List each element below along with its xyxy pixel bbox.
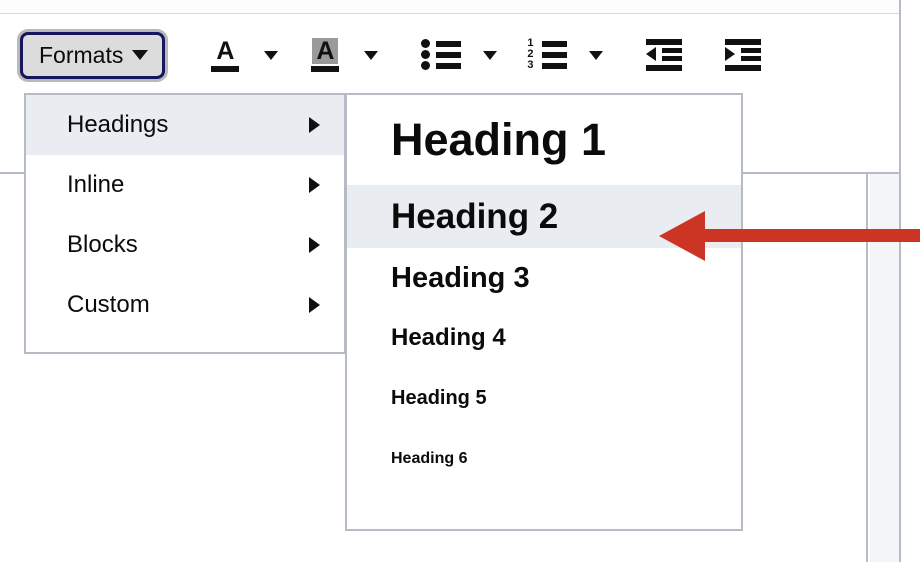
menu-item-label: Blocks xyxy=(67,231,138,258)
submenu-item-heading-6[interactable]: Heading 6 xyxy=(347,429,741,489)
text-color-glyph: A xyxy=(216,37,235,65)
vertical-scrollbar[interactable] xyxy=(870,174,899,562)
chevron-right-icon xyxy=(309,117,320,133)
text-color-icon: A xyxy=(208,35,242,75)
chevron-down-icon xyxy=(364,50,379,60)
formats-button[interactable]: Formats xyxy=(20,31,166,79)
menu-item-inline[interactable]: Inline xyxy=(26,155,344,215)
background-color-swatch xyxy=(311,66,340,72)
submenu-item-heading-4[interactable]: Heading 4 xyxy=(347,308,741,368)
background-color-glyph: A xyxy=(312,38,339,64)
bullet-list-icon xyxy=(421,38,462,72)
increase-indent-icon xyxy=(725,39,762,71)
numbered-list-icon: 1 2 3 xyxy=(527,38,568,72)
submenu-item-label: Heading 4 xyxy=(391,324,506,351)
text-color-button[interactable]: A xyxy=(208,35,242,75)
submenu-item-heading-3[interactable]: Heading 3 xyxy=(347,248,741,308)
numbered-list-dropdown-button[interactable] xyxy=(589,50,604,60)
menu-item-label: Inline xyxy=(67,171,125,198)
menu-item-headings[interactable]: Headings xyxy=(26,95,344,155)
chevron-down-icon xyxy=(589,50,604,60)
editor-window: Formats A A 1 2 3 Headings Inline Blocks… xyxy=(0,0,920,562)
text-color-swatch xyxy=(211,66,240,72)
bullet-list-button[interactable] xyxy=(421,38,462,72)
chevron-down-icon xyxy=(264,50,279,60)
formats-dropdown-menu: Headings Inline Blocks Custom xyxy=(24,93,346,354)
increase-indent-button[interactable] xyxy=(725,39,762,71)
chevron-down-icon xyxy=(483,50,498,60)
chevron-down-icon xyxy=(132,50,149,60)
background-color-button[interactable]: A xyxy=(308,35,342,75)
window-top-strip xyxy=(0,0,900,14)
headings-submenu: Heading 1 Heading 2 Heading 3 Heading 4 … xyxy=(345,93,743,531)
submenu-item-heading-1[interactable]: Heading 1 xyxy=(347,95,741,185)
window-right-border xyxy=(899,0,901,562)
menu-item-label: Headings xyxy=(67,111,169,138)
formatting-toolbar: Formats A A 1 2 3 xyxy=(0,15,899,95)
bullet-list-dropdown-button[interactable] xyxy=(483,50,498,60)
background-color-icon: A xyxy=(308,35,342,75)
formats-button-label: Formats xyxy=(39,41,124,68)
background-color-dropdown-button[interactable] xyxy=(364,50,379,60)
submenu-item-label: Heading 6 xyxy=(391,450,468,467)
menu-item-custom[interactable]: Custom xyxy=(26,275,344,335)
decrease-indent-icon xyxy=(646,39,683,71)
submenu-item-label: Heading 2 xyxy=(391,196,559,236)
chevron-right-icon xyxy=(309,297,320,313)
chevron-right-icon xyxy=(309,177,320,193)
submenu-item-heading-2[interactable]: Heading 2 xyxy=(347,185,741,248)
submenu-item-label: Heading 3 xyxy=(391,261,530,294)
submenu-item-heading-5[interactable]: Heading 5 xyxy=(347,368,741,429)
submenu-item-label: Heading 1 xyxy=(391,114,607,165)
submenu-item-label: Heading 5 xyxy=(391,387,487,409)
chevron-right-icon xyxy=(309,237,320,253)
text-color-dropdown-button[interactable] xyxy=(264,50,279,60)
menu-item-blocks[interactable]: Blocks xyxy=(26,215,344,275)
numbered-list-button[interactable]: 1 2 3 xyxy=(527,38,568,72)
decrease-indent-button[interactable] xyxy=(646,39,683,71)
menu-item-label: Custom xyxy=(67,291,150,318)
numbered-list-digit-3: 3 xyxy=(527,59,534,71)
